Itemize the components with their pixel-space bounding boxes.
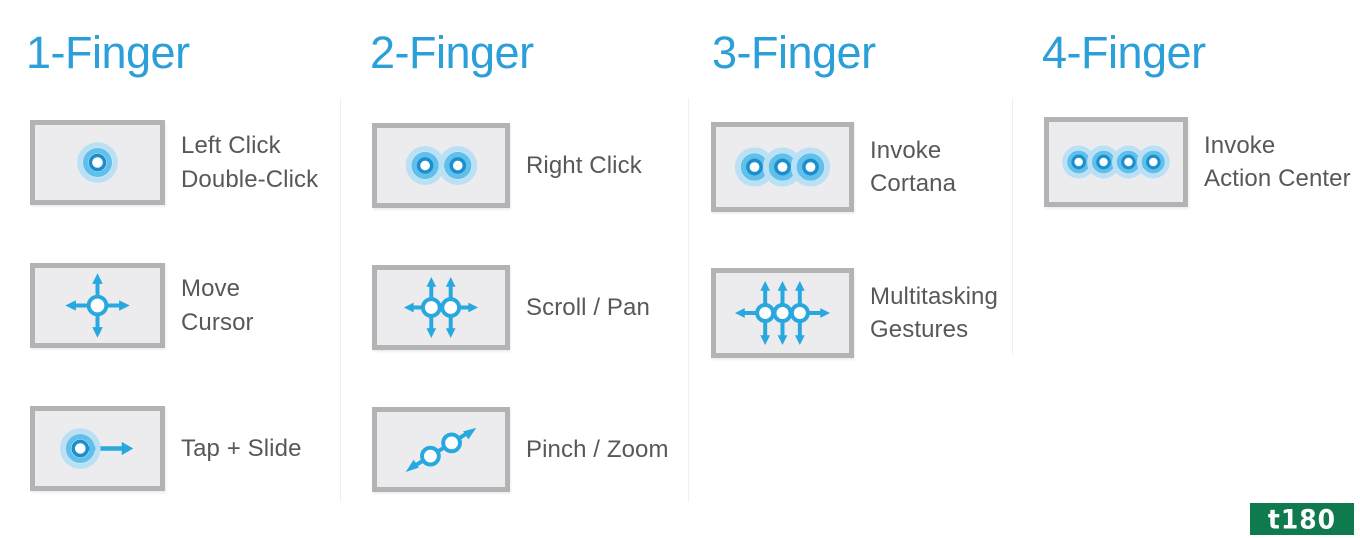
two-finger-tap-icon: [372, 123, 510, 208]
two-finger-scroll-arrows-icon: [372, 265, 510, 350]
gesture-row-tap-slide: Tap + Slide: [30, 406, 302, 491]
gesture-row-left-click: Left Click Double-Click: [30, 120, 318, 205]
gesture-label-invoke-cortana: Invoke Cortana: [870, 136, 957, 197]
gesture-label-pinch-zoom: Pinch / Zoom: [526, 435, 669, 463]
pinch-zoom-diagonal-arrow-icon: [372, 407, 510, 492]
four-finger-tap-icon: [1044, 117, 1188, 207]
gesture-label-move-cursor: Move Cursor: [181, 275, 254, 336]
column-four-finger: 4-Finger Invoke Action Center: [1012, 0, 1360, 538]
gesture-reference-board: 1-Finger Left Click Double-Click Move Cu…: [0, 0, 1360, 538]
column-three-finger: 3-Finger Invoke Cortana Multitasking Ges…: [688, 0, 1012, 538]
four-way-arrow-one-circle-icon: [30, 263, 165, 348]
gesture-row-scroll-pan: Scroll / Pan: [372, 265, 650, 350]
gesture-label-scroll-pan: Scroll / Pan: [526, 293, 650, 321]
gesture-row-right-click: Right Click: [372, 123, 642, 208]
column-two-finger: 2-Finger Right Click Scroll / Pan Pinch …: [340, 0, 688, 538]
gesture-label-right-click: Right Click: [526, 151, 642, 179]
gesture-row-move-cursor: Move Cursor: [30, 263, 254, 348]
one-finger-tap-icon: [30, 120, 165, 205]
column-title-three-finger: 3-Finger: [712, 27, 876, 78]
column-one-finger: 1-Finger Left Click Double-Click Move Cu…: [0, 0, 340, 538]
gesture-row-invoke-action-center: Invoke Action Center: [1044, 117, 1351, 207]
column-title-two-finger: 2-Finger: [370, 27, 534, 78]
column-title-four-finger: 4-Finger: [1042, 27, 1206, 78]
gesture-label-invoke-action-center: Invoke Action Center: [1204, 131, 1351, 192]
gesture-label-tap-slide: Tap + Slide: [181, 434, 302, 462]
watermark-badge: t180: [1250, 503, 1354, 535]
three-finger-tap-icon: [711, 122, 854, 212]
gesture-row-multitasking-gestures: Multitasking Gestures: [711, 268, 998, 358]
tap-and-slide-arrow-icon: [30, 406, 165, 491]
gesture-row-pinch-zoom: Pinch / Zoom: [372, 407, 669, 492]
three-finger-multitask-arrows-icon: [711, 268, 854, 358]
gesture-label-multitasking-gestures: Multitasking Gestures: [870, 282, 998, 343]
watermark-text: t180: [1267, 503, 1337, 535]
gesture-row-invoke-cortana: Invoke Cortana: [711, 122, 956, 212]
gesture-label-left-click: Left Click Double-Click: [181, 132, 319, 193]
column-title-one-finger: 1-Finger: [26, 27, 190, 78]
